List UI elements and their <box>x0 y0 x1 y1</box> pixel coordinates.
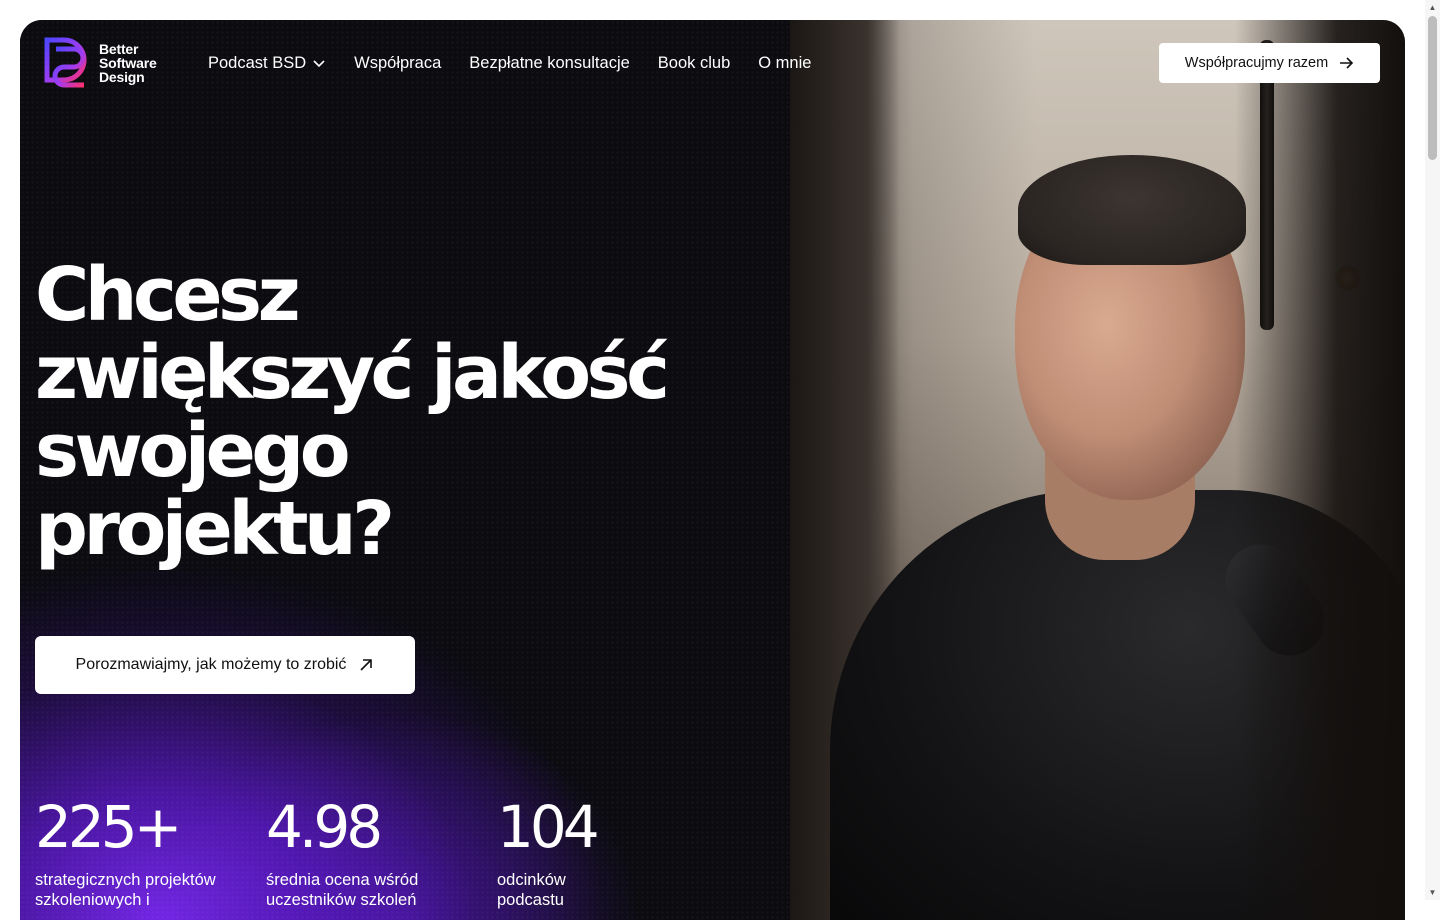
brand-name-line1: Better <box>99 41 139 57</box>
stat-episodes-value: 104 <box>497 793 600 861</box>
bsd-logo-icon <box>44 37 87 88</box>
stat-episodes-label: odcinków podcastu <box>497 871 566 909</box>
nav-item-o-mnie[interactable]: O mnie <box>758 51 811 75</box>
headline-line-4: projektu? <box>35 486 395 572</box>
brand-logo[interactable]: Better Software Design <box>44 37 157 89</box>
main-nav: Podcast BSD Współpraca Bezpłatne konsult… <box>208 51 811 75</box>
stat-projects-value: 225+ <box>35 793 182 861</box>
nav-item-konsultacje-label: Bezpłatne konsultacje <box>469 53 630 72</box>
collaborate-button[interactable]: Współpracujmy razem <box>1159 43 1380 83</box>
arrow-right-icon <box>1340 57 1354 69</box>
host-photo <box>790 20 1405 920</box>
stat-projects-label: strategicznych projektów szkoleniowych i <box>35 871 216 909</box>
brand-name-line2: Software <box>99 55 157 71</box>
headline-line-3: swojego <box>35 408 351 494</box>
brand-name-line3: Design <box>99 69 145 85</box>
nav-item-book-club[interactable]: Book club <box>658 51 730 75</box>
stat-rating-value: 4.98 <box>266 793 383 861</box>
chevron-down-icon <box>313 60 325 68</box>
nav-item-podcast[interactable]: Podcast BSD <box>208 51 326 75</box>
stat-rating-label: średnia ocena wśród uczestników szkoleń <box>266 871 419 909</box>
headline-line-2: zwiększyć jakość <box>35 330 670 416</box>
scroll-up-icon[interactable]: ▲ <box>1428 3 1437 12</box>
collaborate-button-label: Współpracujmy razem <box>1184 55 1329 71</box>
nav-item-wspolpraca-label: Współpraca <box>354 53 442 72</box>
arrow-up-right-icon <box>360 659 373 671</box>
nav-item-podcast-label: Podcast BSD <box>208 53 307 72</box>
nav-item-o-mnie-label: O mnie <box>758 53 812 72</box>
scroll-down-icon[interactable]: ▼ <box>1428 888 1437 897</box>
stat-rating: 4.98 średnia ocena wśród uczestników szk… <box>266 796 466 910</box>
scrollbar-thumb[interactable] <box>1428 16 1437 160</box>
photo-shadow-right <box>1235 20 1405 920</box>
nav-item-konsultacje[interactable]: Bezpłatne konsultacje <box>469 51 630 75</box>
hero-headline: Chcesz zwiększyć jakość swojego projektu… <box>35 256 735 568</box>
photo-hair <box>1018 155 1246 265</box>
hero-section: Better Software Design Podcast BSD Współ… <box>20 20 1405 920</box>
headline-line-1: Chcesz <box>35 252 301 338</box>
stat-episodes: 104 odcinków podcastu <box>497 796 697 910</box>
talk-cta-label: Porozmawiajmy, jak możemy to zrobić <box>75 656 347 673</box>
stat-projects: 225+ strategicznych projektów szkoleniow… <box>35 796 235 910</box>
talk-cta-button[interactable]: Porozmawiajmy, jak możemy to zrobić <box>35 636 415 694</box>
page-scrollbar[interactable]: ▲ ▼ <box>1425 0 1440 900</box>
nav-item-wspolpraca[interactable]: Współpraca <box>354 51 441 75</box>
nav-item-book-club-label: Book club <box>657 53 731 72</box>
brand-wordmark: Better Software Design <box>99 42 157 84</box>
